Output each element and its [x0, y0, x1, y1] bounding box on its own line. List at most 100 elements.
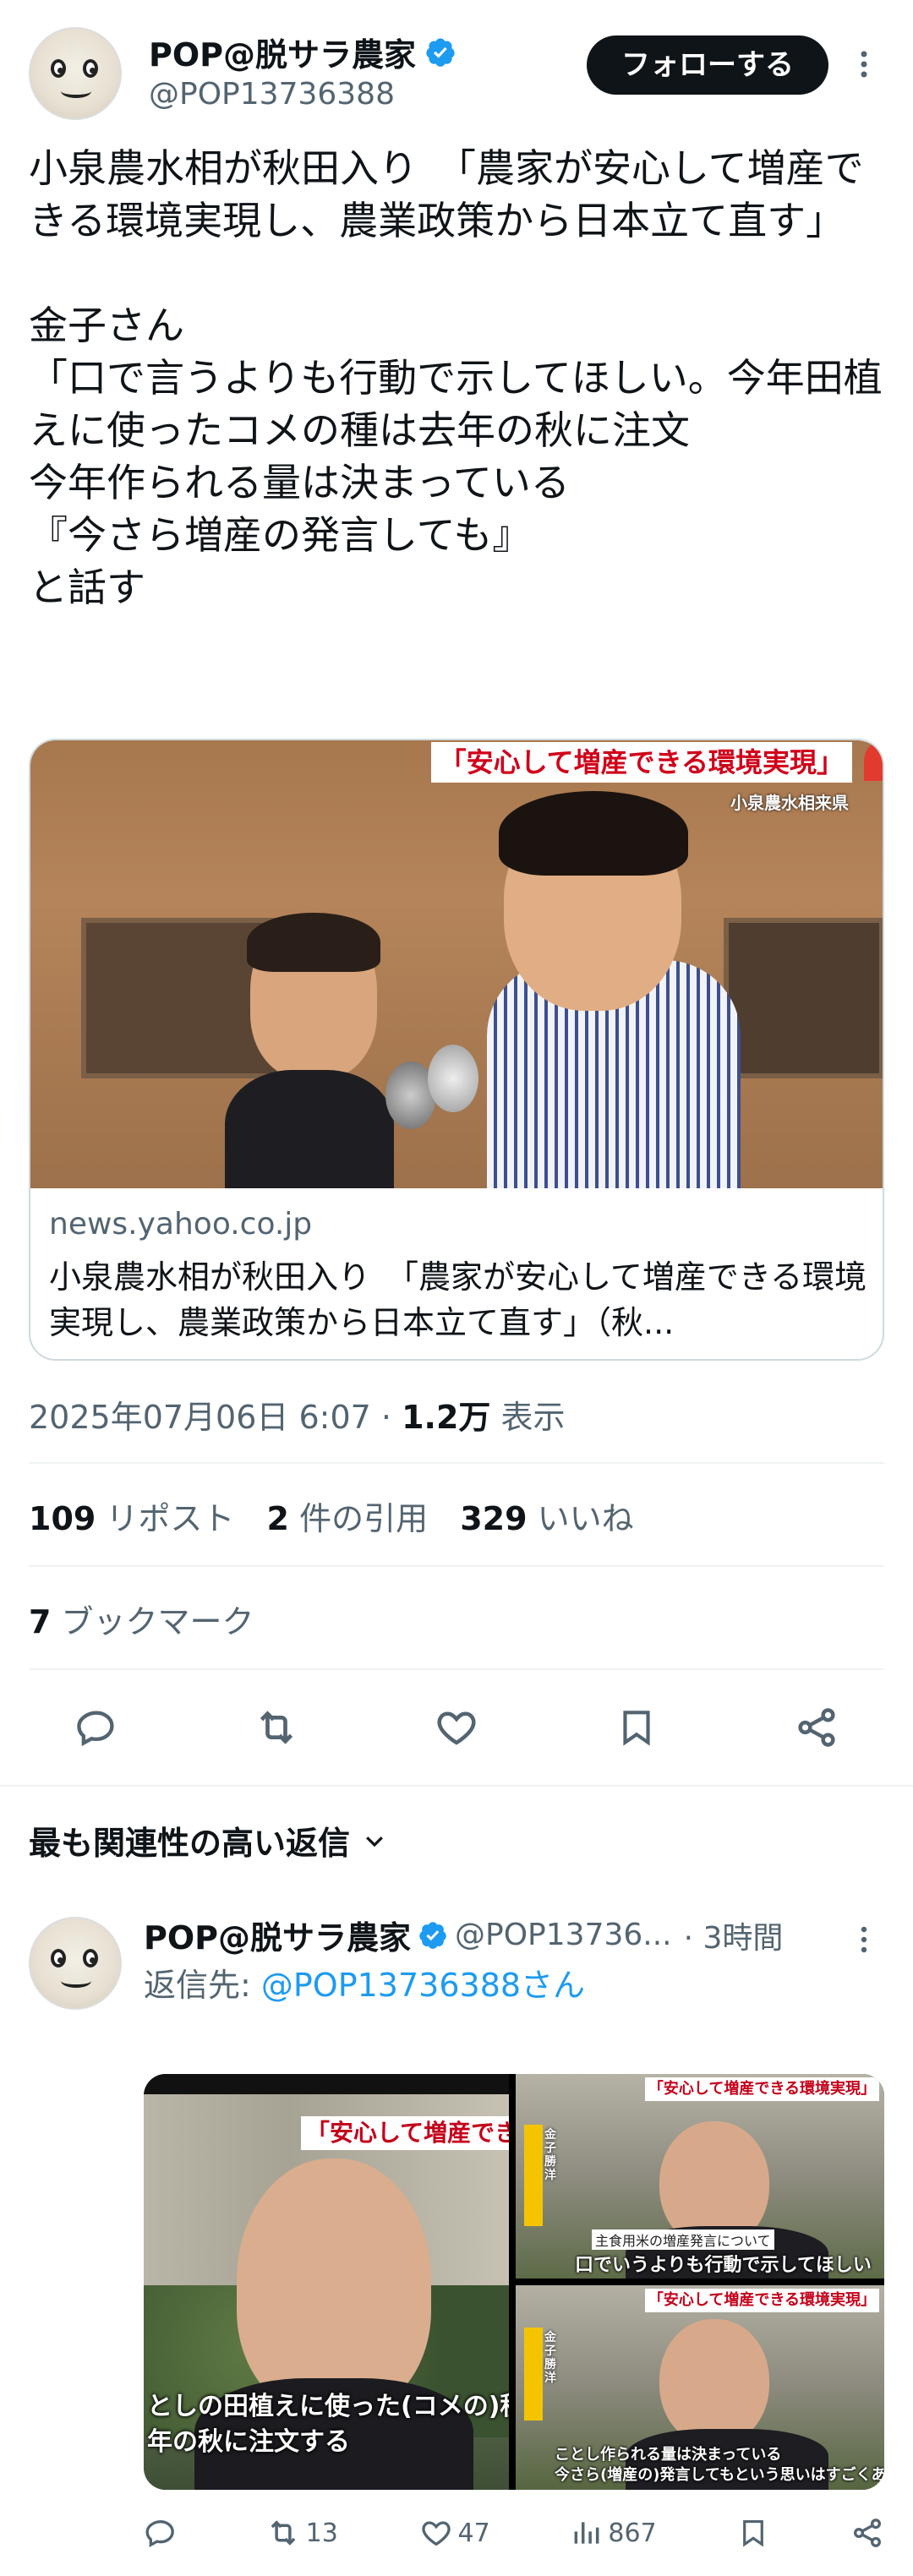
avatar-mouth: [61, 85, 91, 98]
reply-to-prefix: 返信先:: [144, 1967, 261, 2004]
reply-to-handle[interactable]: @POP13736388: [261, 1967, 521, 2004]
reply-icon: [145, 2519, 174, 2547]
tweet-text: 小泉農水相が秋田入り 「農家が安心して増産できる環境実現し、農業政策から日本立て…: [29, 145, 883, 610]
reply-photo-3[interactable]: 金子 勝洋 「安心して増産できる環境実現」 ことし作られる量は決まっている 今さ…: [516, 2285, 884, 2490]
bookmark-button[interactable]: [603, 1685, 670, 1770]
bookmarks-count: 7: [29, 1603, 52, 1640]
image-subcaption: 小泉農水相来県: [730, 793, 849, 813]
engagement-stats: 109 リポスト 2 件の引用 329 いいね: [29, 1493, 634, 1539]
replies-sort-toggle[interactable]: 最も関連性の高い返信: [29, 1817, 387, 1864]
reply-bookmark-button[interactable]: [737, 2516, 769, 2550]
tweet-meta: 2025年07月06日 6:07 · 1.2万 表示: [29, 1391, 566, 1438]
more-vertical-icon[interactable]: [854, 42, 874, 86]
br-photo-caption: 「安心して増産できる環境実現」: [644, 2289, 879, 2312]
left-photo-subtitle-1: としの田植えに使った(コメの)種: [147, 2392, 509, 2421]
bookmarks-label: ブックマーク: [61, 1603, 254, 1640]
bookmark-icon: [743, 2519, 764, 2547]
chevron-down-icon: [366, 1836, 383, 1847]
likes-stat[interactable]: 329 いいね: [460, 1500, 633, 1537]
share-icon: [854, 2519, 881, 2547]
reply-views-button[interactable]: 867: [571, 2517, 657, 2549]
br-photo-name: 金子 勝洋: [544, 2331, 556, 2385]
tr-photo-name: 金子 勝洋: [544, 2128, 556, 2182]
tweet-timestamp[interactable]: 2025年07月06日 6:07: [29, 1399, 371, 1436]
reply-author-avatar[interactable]: [29, 1917, 122, 2010]
views-chart-icon: [574, 2522, 599, 2544]
divider: [29, 1462, 884, 1464]
share-button[interactable]: [783, 1685, 850, 1770]
reply-reposts-count: 13: [305, 2518, 338, 2548]
image-logo: [864, 742, 883, 781]
tr-photo-topic: 主食用米の増産発言について: [592, 2229, 774, 2250]
author-avatar[interactable]: [29, 27, 122, 120]
link-card-image[interactable]: 「安心して増産できる環境実現」 小泉農水相来県: [30, 740, 883, 1188]
quotes-count: 2: [266, 1500, 289, 1537]
divider: [29, 1668, 884, 1670]
person-main: [385, 791, 791, 1188]
likes-label: いいね: [537, 1500, 634, 1537]
section-divider: [0, 1785, 913, 1787]
quotes-stat[interactable]: 2 件の引用: [267, 1500, 429, 1537]
author-name[interactable]: POP@脱サラ農家: [149, 29, 416, 75]
views-count: 1.2万: [402, 1399, 491, 1436]
reply-header: POP@脱サラ農家 @POP13736... · 3時間: [144, 1912, 854, 1958]
heart-icon: [421, 2521, 451, 2546]
image-caption: 「安心して増産できる環境実現」: [430, 742, 852, 783]
link-card-domain: news.yahoo.co.jp: [49, 1207, 313, 1242]
left-photo-caption: 「安心して増産できる: [301, 2116, 509, 2150]
reply-icon: [77, 1711, 114, 1747]
reply-author-name[interactable]: POP@脱サラ農家: [144, 1912, 411, 1958]
photo-person: [237, 2158, 431, 2412]
reply-author-handle[interactable]: @POP13736...: [455, 1918, 672, 1952]
meta-separator: ·: [380, 1399, 392, 1436]
reply-to-line: 返信先: @POP13736388さん: [144, 1959, 585, 2006]
author-handle[interactable]: @POP13736388: [149, 77, 456, 112]
avatar-eye-right: [83, 1949, 98, 1967]
repost-icon: [271, 2520, 296, 2546]
reply-button[interactable]: [63, 1685, 130, 1770]
author-info: POP@脱サラ農家 @POP13736388: [149, 29, 456, 112]
left-photo-subtitle-2: 年の秋に注文する: [147, 2427, 350, 2457]
repost-button[interactable]: [243, 1685, 310, 1770]
reply-repost-button[interactable]: 13: [265, 2515, 338, 2551]
reply-photo-1[interactable]: 「安心して増産できる としの田植えに使った(コメの)種 年の秋に注文する: [144, 2074, 509, 2490]
reply-like-button[interactable]: 47: [419, 2516, 490, 2550]
reply-photo-2[interactable]: 金子 勝洋 「安心して増産できる環境実現」 主食用米の増産発言について 口でいう…: [516, 2074, 884, 2279]
avatar-eye-left: [51, 1949, 66, 1967]
photo-person: [659, 2319, 769, 2446]
reply-views-count: 867: [608, 2518, 657, 2548]
verified-badge-icon: [426, 37, 455, 67]
reposts-count: 109: [29, 1500, 96, 1537]
avatar-eye-right: [83, 59, 98, 78]
reply-likes-count: 47: [457, 2518, 490, 2548]
br-photo-subtitle-2: 今さら(増産の)発言してもという思いはすごくある: [555, 2466, 884, 2484]
divider: [29, 1565, 884, 1567]
repost-icon: [260, 1711, 293, 1744]
link-card[interactable]: 「安心して増産できる環境実現」 小泉農水相来県 news.yahoo.co.jp…: [29, 739, 884, 1361]
follow-button[interactable]: フォローする: [587, 35, 828, 95]
reply-media-grid: 「安心して増産できる としの田植えに使った(コメの)種 年の秋に注文する 金子 …: [144, 2074, 884, 2490]
reply-to-suffix: さん: [521, 1967, 586, 2004]
reposts-label: リポスト: [106, 1500, 235, 1537]
bookmark-icon: [623, 1711, 650, 1746]
bookmarks-stat[interactable]: 7 ブックマーク: [29, 1596, 254, 1642]
like-button[interactable]: [423, 1685, 490, 1770]
reply-time[interactable]: · 3時間: [684, 1913, 784, 1957]
replies-sort-label: 最も関連性の高い返信: [29, 1825, 351, 1862]
photo-name-tag: [524, 2125, 543, 2226]
tr-photo-caption: 「安心して増産できる環境実現」: [644, 2077, 879, 2101]
person-background: [225, 913, 394, 1188]
share-icon: [798, 1708, 835, 1747]
likes-count: 329: [460, 1500, 528, 1537]
reply-more-icon[interactable]: [854, 1920, 874, 1959]
views-label: 表示: [500, 1399, 566, 1436]
reply-share-button[interactable]: [850, 2516, 884, 2550]
quotes-label: 件の引用: [299, 1500, 429, 1537]
reply-reply-button[interactable]: [144, 2516, 184, 2550]
reply-action-bar: 13 47 867: [144, 2503, 884, 2562]
link-card-title: 小泉農水相が秋田入り 「農家が安心して増産できる環境実現し、農業政策から日本立て…: [49, 1258, 867, 1341]
reposts-stat[interactable]: 109 リポスト: [29, 1500, 234, 1537]
avatar-eye-left: [51, 59, 66, 78]
tr-photo-subtitle: 口でいうよりも行動で示してほしい: [575, 2255, 872, 2276]
avatar-mouth: [61, 1974, 91, 1988]
